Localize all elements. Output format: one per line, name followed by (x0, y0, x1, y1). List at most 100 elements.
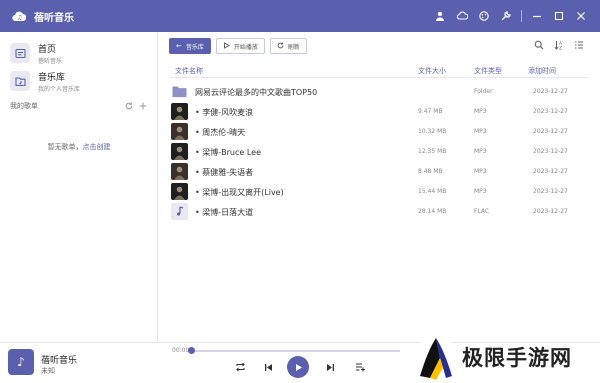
music-note-icon (171, 203, 188, 220)
list-view-icon[interactable] (572, 38, 586, 52)
file-name: • 蔡健雅-失语者 (195, 168, 254, 177)
play-outline-icon (223, 41, 230, 51)
date-added: 2023-12-27 (533, 108, 568, 115)
column-header-name[interactable]: 文件名称 (175, 66, 203, 76)
progress-knob[interactable] (188, 347, 195, 354)
button-label: 开始播放 (233, 43, 258, 51)
playlist-header: 我的歌单 (10, 100, 150, 112)
playlist-empty-state: 暂无歌单，点击创建 (0, 142, 158, 152)
next-track-icon[interactable] (320, 357, 340, 377)
table-header: 文件名称 文件大小 文件类型 添加时间 (169, 64, 589, 78)
sidebar: 首页 蓓听音乐 音乐库 我的个人音乐库 我的歌单 暂无歌单，点击创建 (0, 32, 158, 342)
playlist-title: 我的歌单 (10, 102, 38, 110)
separator (521, 10, 522, 22)
album-thumbnail (171, 143, 188, 160)
file-size: 12.35 MB (418, 148, 447, 155)
svg-text:♫: ♫ (17, 15, 22, 22)
refresh-playlists-icon[interactable] (122, 100, 136, 112)
previous-track-icon[interactable] (258, 357, 278, 377)
title-bar: ♫ 蓓听音乐 (0, 0, 600, 32)
file-name: • 李健-风吹麦浪 (195, 108, 254, 117)
play-button[interactable] (287, 356, 309, 378)
table-row[interactable]: • 梁博-出现又离开(Live) 15.44 MB MP3 2023-12-27 (169, 182, 589, 202)
column-header-type[interactable]: 文件类型 (474, 66, 502, 76)
table-row[interactable]: 网易云评论最多的中文歌曲TOP50 Folder 2023-12-27 (169, 82, 589, 102)
sidebar-item-sublabel: 蓓听音乐 (38, 57, 63, 65)
music-library-button[interactable]: ← 音乐库 (169, 38, 211, 54)
table-row[interactable]: • 李健-风吹麦浪 9.47 MB MP3 2023-12-27 (169, 102, 589, 122)
table-row[interactable]: • 梁博-日落大道 28.14 MB FLAC 2023-12-27 (169, 202, 589, 222)
file-type: MP3 (474, 148, 487, 155)
arrow-left-icon: ← (176, 42, 182, 50)
search-icon[interactable] (532, 38, 546, 52)
file-type: MP3 (474, 128, 487, 135)
watermark-logo (415, 336, 457, 380)
refresh-icon (277, 42, 284, 51)
button-label: 音乐库 (185, 43, 204, 51)
watermark: 极限手游网 (408, 332, 600, 383)
date-added: 2023-12-27 (533, 168, 568, 175)
folder-icon (171, 83, 188, 100)
column-header-date[interactable]: 添加时间 (528, 66, 556, 76)
file-size: 9.47 MB (418, 108, 443, 115)
svg-text:Z: Z (559, 46, 562, 51)
file-name: • 梁博-Bruce Lee (195, 148, 262, 157)
create-playlist-link[interactable]: 点击创建 (83, 143, 111, 151)
file-name: 网易云评论最多的中文歌曲TOP50 (195, 88, 318, 97)
file-type: FLAC (474, 208, 490, 215)
sidebar-item-home[interactable]: 首页 蓓听音乐 (10, 40, 150, 66)
date-added: 2023-12-27 (533, 208, 568, 215)
repeat-icon[interactable] (230, 357, 250, 377)
user-icon[interactable] (429, 5, 451, 27)
add-playlist-icon[interactable] (136, 100, 150, 112)
file-name: • 梁博-出现又离开(Live) (195, 188, 284, 197)
album-thumbnail (171, 123, 188, 140)
table-row[interactable]: • 周杰伦-晴天 10.32 MB MP3 2023-12-27 (169, 122, 589, 142)
app-title: 蓓听音乐 (34, 12, 74, 24)
main-content: ← 音乐库 开始播放 刷新 AZ 文件名称 文件大小 文件类型 添加时间 网易云… (159, 32, 600, 342)
date-added: 2023-12-27 (533, 148, 568, 155)
file-size: 15.44 MB (418, 188, 447, 195)
cloud-music-icon: ♫ (12, 9, 26, 23)
file-type: MP3 (474, 168, 487, 175)
album-thumbnail (171, 163, 188, 180)
maximize-icon[interactable] (548, 5, 570, 27)
file-name: • 周杰伦-晴天 (195, 128, 246, 137)
table-row[interactable]: • 梁博-Bruce Lee 12.35 MB MP3 2023-12-27 (169, 142, 589, 162)
toolbar: ← 音乐库 开始播放 刷新 (169, 38, 307, 54)
progress-bar[interactable] (190, 350, 400, 352)
current-time: 00:00 (172, 347, 190, 354)
date-added: 2023-12-27 (533, 128, 568, 135)
file-size: 8.48 MB (418, 168, 443, 175)
playlist-add-icon[interactable] (350, 357, 370, 377)
date-added: 2023-12-27 (533, 188, 568, 195)
file-type: MP3 (474, 108, 487, 115)
wrench-icon[interactable] (495, 5, 517, 27)
cloud-sync-icon[interactable] (451, 5, 473, 27)
file-name: • 梁博-日落大道 (195, 208, 254, 217)
close-icon[interactable] (570, 5, 592, 27)
view-tools: AZ (532, 38, 586, 52)
refresh-button[interactable]: 刷新 (269, 38, 307, 54)
sort-icon[interactable]: AZ (552, 38, 566, 52)
file-type: MP3 (474, 188, 487, 195)
file-list: 网易云评论最多的中文歌曲TOP50 Folder 2023-12-27 • 李健-风吹… (169, 82, 589, 222)
file-size: 10.32 MB (418, 128, 447, 135)
column-header-size[interactable]: 文件大小 (418, 66, 446, 76)
palette-icon[interactable] (473, 5, 495, 27)
file-type: Folder (474, 88, 493, 95)
sidebar-item-label: 首页 (38, 44, 57, 55)
sidebar-item-library[interactable]: 音乐库 我的个人音乐库 (10, 68, 150, 94)
album-thumbnail (171, 103, 188, 120)
date-added: 2023-12-27 (533, 88, 568, 95)
sidebar-item-sublabel: 我的个人音乐库 (38, 85, 81, 93)
sidebar-item-label: 音乐库 (38, 72, 66, 83)
album-thumbnail (171, 183, 188, 200)
window-controls (429, 0, 592, 32)
start-playing-button[interactable]: 开始播放 (215, 38, 265, 54)
empty-text: 暂无歌单， (47, 143, 83, 151)
folder-music-icon (10, 71, 30, 91)
home-icon (10, 43, 30, 63)
table-row[interactable]: • 蔡健雅-失语者 8.48 MB MP3 2023-12-27 (169, 162, 589, 182)
minimize-icon[interactable] (526, 5, 548, 27)
